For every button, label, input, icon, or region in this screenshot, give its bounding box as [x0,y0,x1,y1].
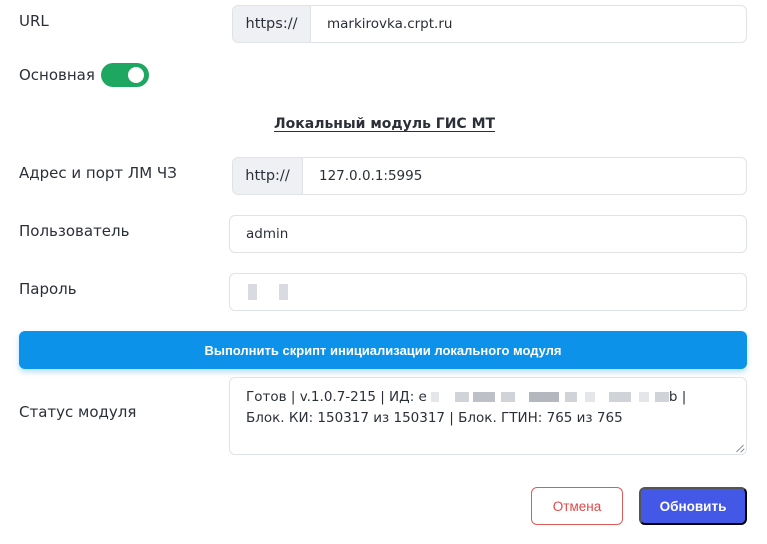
lm-address-input[interactable]: 127.0.0.1:5995 [303,158,746,194]
resize-handle-icon[interactable] [736,444,744,452]
password-mask [248,284,257,300]
user-label: Пользователь [19,222,130,240]
update-button[interactable]: Обновить [639,487,747,525]
password-label: Пароль [19,280,77,298]
lm-address-label: Адрес и порт ЛМ ЧЗ [19,164,177,182]
url-label: URL [19,12,49,30]
cancel-button[interactable]: Отмена [531,487,623,525]
lm-address-prefix: http:// [233,158,303,194]
password-mask [279,284,288,300]
toggle-knob [128,67,144,83]
url-field[interactable]: https:// markirovka.crpt.ru [232,5,747,43]
status-label: Статус модуля [19,403,137,421]
status-textarea[interactable]: Готов | v.1.0.7-215 | ИД: е b | Блок. КИ:… [229,377,747,455]
user-field[interactable]: admin [229,215,747,253]
user-input[interactable]: admin [230,216,746,252]
status-text-start: Готов | v.1.0.7-215 | ИД: е [246,389,427,405]
status-line-2: Блок. КИ: 150317 из 150317 | Блок. ГТИН:… [246,410,623,426]
status-line-1: Готов | v.1.0.7-215 | ИД: е b | [246,387,730,408]
status-text-end: b | [668,389,687,405]
main-toggle-label: Основная [19,66,95,84]
url-prefix: https:// [233,6,311,42]
run-init-script-button[interactable]: Выполнить скрипт инициализации локальног… [19,331,747,369]
lm-address-field[interactable]: http:// 127.0.0.1:5995 [232,157,747,195]
url-input[interactable]: markirovka.crpt.ru [311,6,746,42]
section-title: Локальный модуль ГИС МТ [274,116,496,132]
password-field[interactable] [229,273,747,311]
main-toggle[interactable] [101,63,149,87]
